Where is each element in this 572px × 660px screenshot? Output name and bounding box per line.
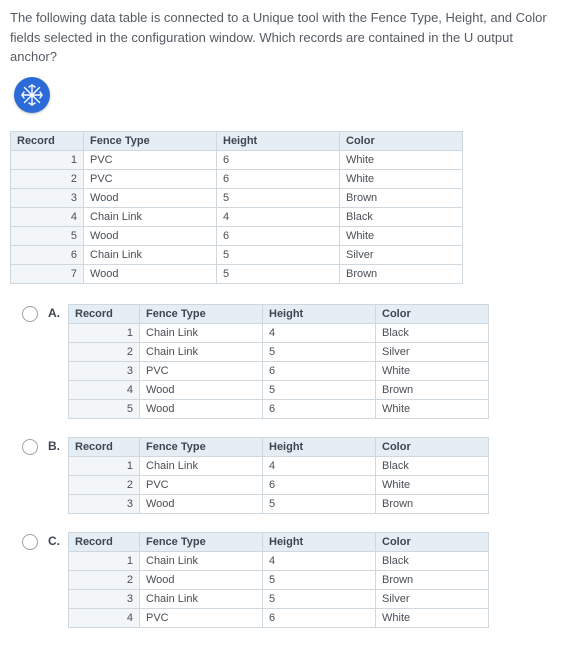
answer-option-c[interactable]: C. Record Fence Type Height Color 1Chain… [22,532,562,628]
table-row: 5Wood6White [69,399,489,418]
col-color: Color [376,437,489,456]
col-color: Color [376,532,489,551]
col-color: Color [376,304,489,323]
option-label-a: A. [48,306,60,320]
option-c-table: Record Fence Type Height Color 1Chain Li… [68,532,489,628]
answer-option-a[interactable]: A. Record Fence Type Height Color 1Chain… [22,304,562,419]
col-color: Color [340,131,463,150]
col-height: Height [263,532,376,551]
col-fence-type: Fence Type [140,437,263,456]
col-record: Record [69,437,140,456]
table-row: 5Wood6White [11,226,463,245]
source-data-table: Record Fence Type Height Color 1PVC6Whit… [10,131,463,284]
table-row: 4PVC6White [69,608,489,627]
table-row: 4Chain Link4Black [11,207,463,226]
table-row: 2Wood5Brown [69,570,489,589]
table-row: 6Chain Link5Silver [11,245,463,264]
table-row: 1PVC6White [11,150,463,169]
option-label-c: C. [48,534,60,548]
radio-c[interactable] [22,534,38,550]
question-text: The following data table is connected to… [10,8,562,67]
table-row: 7Wood5Brown [11,264,463,283]
radio-b[interactable] [22,439,38,455]
col-record: Record [69,304,140,323]
option-b-table: Record Fence Type Height Color 1Chain Li… [68,437,489,514]
col-record: Record [11,131,84,150]
table-row: 2PVC6White [11,169,463,188]
table-row: 1Chain Link4Black [69,551,489,570]
table-row: 1Chain Link4Black [69,323,489,342]
col-height: Height [263,304,376,323]
table-row: 2PVC6White [69,475,489,494]
radio-a[interactable] [22,306,38,322]
col-record: Record [69,532,140,551]
col-height: Height [217,131,340,150]
table-row: 3Wood5Brown [11,188,463,207]
table-row: 4Wood5Brown [69,380,489,399]
table-row: 3PVC6White [69,361,489,380]
col-height: Height [263,437,376,456]
table-row: 2Chain Link5Silver [69,342,489,361]
col-fence-type: Fence Type [140,532,263,551]
col-fence-type: Fence Type [84,131,217,150]
answer-option-b[interactable]: B. Record Fence Type Height Color 1Chain… [22,437,562,514]
unique-tool-icon [14,77,50,113]
option-label-b: B. [48,439,60,453]
table-row: 1Chain Link4Black [69,456,489,475]
table-row: 3Chain Link5Silver [69,589,489,608]
col-fence-type: Fence Type [140,304,263,323]
table-row: 3Wood5Brown [69,494,489,513]
option-a-table: Record Fence Type Height Color 1Chain Li… [68,304,489,419]
